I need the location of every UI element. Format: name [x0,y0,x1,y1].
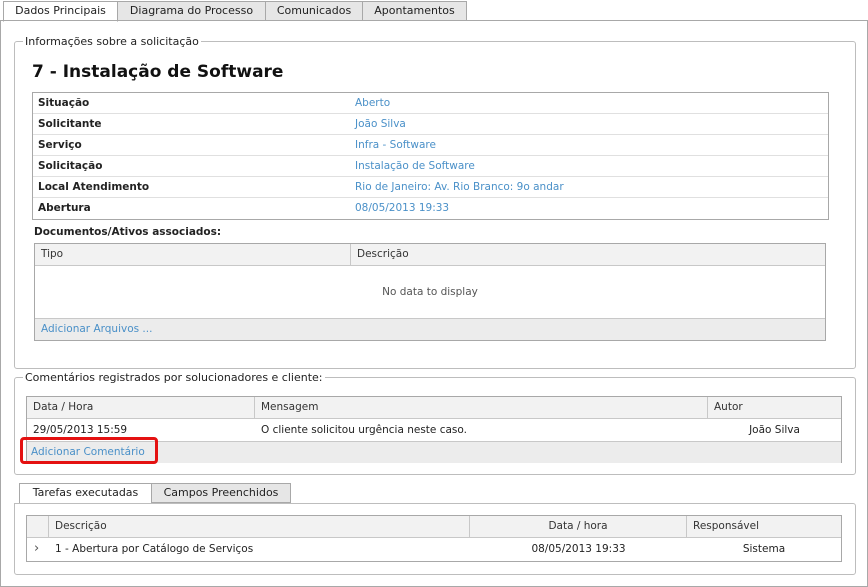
info-value: Infra - Software [355,139,436,151]
empty-message: No data to display [382,286,478,298]
page-title: 7 - Instalação de Software [32,62,284,82]
info-row-situacao: Situação Aberto [33,93,828,114]
tasks-grid: Descrição Data / hora Responsável › 1 - … [26,515,842,562]
column-header-mensagem[interactable]: Mensagem [255,397,708,418]
info-value: Aberto [355,97,391,109]
comment-message: O cliente solicitou urgência neste caso. [261,424,467,436]
add-files-link[interactable]: Adicionar Arquivos ... [41,323,152,335]
column-header-autor[interactable]: Autor [708,397,841,418]
column-header-responsavel[interactable]: Responsável [687,516,841,537]
info-value: João Silva [355,118,406,130]
documents-grid-footer: Adicionar Arquivos ... [35,318,825,340]
task-description: 1 - Abertura por Catálogo de Serviços [55,543,254,555]
comments-section-legend: Comentários registrados por solucionador… [25,371,323,384]
comment-datetime: 29/05/2013 15:59 [33,424,128,436]
tab-apontamentos[interactable]: Apontamentos [362,1,467,21]
documents-heading: Documentos/Ativos associados: [34,226,222,238]
tab-comunicados[interactable]: Comunicados [265,1,363,21]
column-header-descricao[interactable]: Descrição [49,516,470,537]
tab-tarefas-executadas[interactable]: Tarefas executadas [19,483,152,504]
info-label: Solicitante [38,118,102,130]
column-header-data-hora[interactable]: Data / Hora [27,397,255,418]
info-row-abertura: Abertura 08/05/2013 19:33 [33,198,828,219]
documents-grid-header: Tipo Descrição [35,244,825,266]
column-header-data-hora[interactable]: Data / hora [470,516,687,537]
info-row-solicitante: Solicitante João Silva [33,114,828,135]
info-label: Local Atendimento [38,181,150,193]
info-label: Serviço [38,139,82,151]
comment-author: João Silva [749,424,800,436]
info-row-local-atendimento: Local Atendimento Rio de Janeiro: Av. Ri… [33,177,828,198]
tab-dados-principais[interactable]: Dados Principais [3,1,118,22]
task-responsible: Sistema [742,543,786,555]
info-section-legend: Informações sobre a solicitação [25,35,199,48]
main-tabbar: Dados Principais Diagrama do Processo Co… [0,0,868,22]
info-label: Abertura [38,202,91,214]
table-row[interactable]: › 1 - Abertura por Catálogo de Serviços … [27,538,841,561]
info-label: Solicitação [38,160,103,172]
tasks-grid-header: Descrição Data / hora Responsável [27,516,841,538]
info-row-solicitacao: Solicitação Instalação de Software [33,156,828,177]
column-header-tipo[interactable]: Tipo [35,244,351,265]
info-row-servico: Serviço Infra - Software [33,135,828,156]
info-value: 08/05/2013 19:33 [355,202,450,214]
task-datetime: 08/05/2013 19:33 [531,543,626,555]
comments-grid-header: Data / Hora Mensagem Autor [27,397,841,419]
info-value: Instalação de Software [355,160,475,172]
documents-grid: Tipo Descrição No data to display Adicio… [34,243,826,341]
tab-campos-preenchidos[interactable]: Campos Preenchidos [151,483,291,503]
tab-diagrama-processo[interactable]: Diagrama do Processo [117,1,266,21]
info-value: Rio de Janeiro: Av. Rio Branco: 9o andar [355,181,564,193]
highlight-box [20,437,158,464]
info-table: Situação Aberto Solicitante João Silva S… [32,92,829,220]
column-header-expander [27,516,49,537]
column-header-descricao[interactable]: Descrição [351,244,825,265]
info-label: Situação [38,97,90,109]
expand-row-icon[interactable]: › [34,541,39,556]
